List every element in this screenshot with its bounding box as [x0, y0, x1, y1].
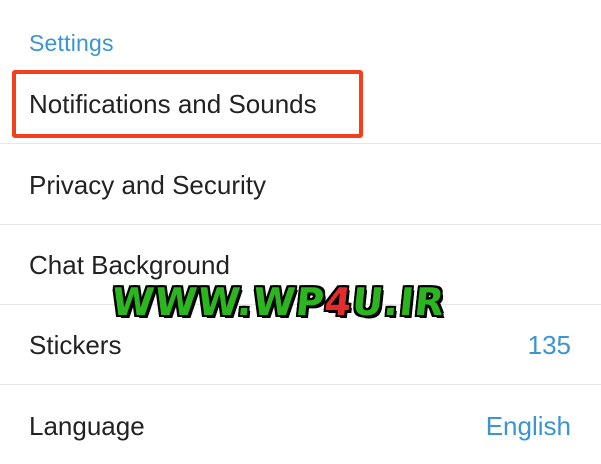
divider [0, 384, 601, 385]
language-item[interactable]: Language English [0, 386, 601, 464]
chat-background-label: Chat Background [29, 249, 230, 280]
stickers-count: 135 [527, 329, 571, 360]
settings-section-header: Settings [29, 30, 114, 56]
stickers-item[interactable]: Stickers 135 [0, 305, 601, 385]
privacy-and-security-item[interactable]: Privacy and Security [0, 145, 601, 225]
language-label: Language [29, 410, 145, 441]
chat-background-item[interactable]: Chat Background [0, 225, 601, 305]
privacy-and-security-label: Privacy and Security [29, 169, 266, 200]
notifications-and-sounds-label: Notifications and Sounds [29, 88, 317, 119]
divider [0, 143, 601, 144]
language-value: English [485, 410, 571, 441]
settings-screen: Settings Notifications and Sounds Privac… [0, 0, 601, 464]
stickers-label: Stickers [29, 329, 122, 360]
notifications-and-sounds-item[interactable]: Notifications and Sounds [0, 64, 601, 144]
